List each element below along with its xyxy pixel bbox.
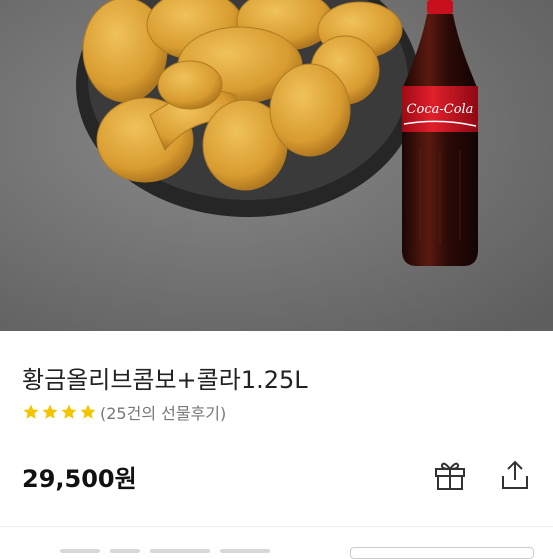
rating-row[interactable]: (25건의 선물후기): [22, 401, 226, 423]
price: 29,500원: [22, 459, 137, 494]
share-button[interactable]: [495, 455, 535, 495]
product-title: 황금올리브콤보+콜라1.25L: [22, 366, 308, 394]
product-image: Coca-Cola: [0, 0, 553, 331]
gift-icon: [435, 462, 465, 490]
star-icon: [80, 404, 96, 419]
gift-button[interactable]: [430, 455, 470, 495]
rating-stars: [22, 403, 97, 421]
next-section-box: [350, 547, 534, 559]
star-icon: [23, 404, 39, 419]
bottle-label-text: Coca-Cola: [407, 102, 474, 117]
star-icon: [42, 404, 58, 419]
next-section-edge: [0, 527, 553, 559]
review-count-link[interactable]: (25건의 선물후기): [100, 400, 226, 424]
price-unit: 원: [114, 465, 137, 493]
product-photo: Coca-Cola: [0, 0, 553, 331]
share-icon: [502, 460, 528, 489]
star-icon: [61, 404, 77, 419]
price-amount: 29,500: [22, 465, 115, 493]
